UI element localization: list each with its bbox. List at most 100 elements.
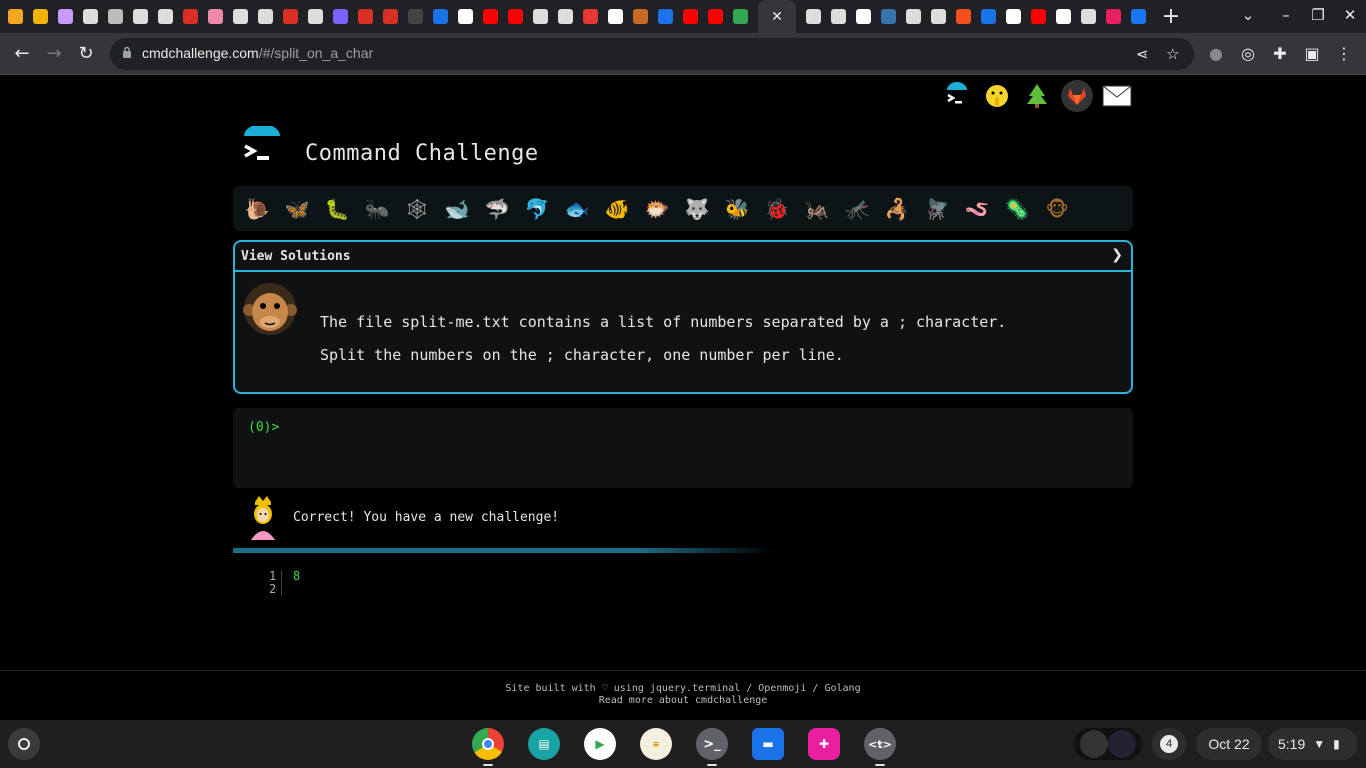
tab-icon[interactable] bbox=[1056, 9, 1071, 24]
maximize-button[interactable]: ❐ bbox=[1308, 6, 1328, 24]
fish-icon[interactable]: 🐟 bbox=[561, 193, 593, 225]
worm-icon[interactable]: 🪱 bbox=[961, 193, 993, 225]
tab-icon[interactable] bbox=[931, 9, 946, 24]
shushing-face-icon[interactable] bbox=[981, 80, 1013, 112]
tab-icon[interactable] bbox=[158, 9, 173, 24]
tab-icon[interactable] bbox=[558, 9, 573, 24]
text-app-icon[interactable]: <t> bbox=[864, 728, 896, 766]
tab-icon[interactable] bbox=[733, 9, 748, 24]
tab-icon[interactable] bbox=[583, 9, 598, 24]
tab-icon[interactable] bbox=[1106, 9, 1121, 24]
minimize-button[interactable]: – bbox=[1276, 6, 1296, 24]
tab-icon[interactable] bbox=[981, 9, 996, 24]
gmail-icon[interactable] bbox=[283, 9, 298, 24]
close-window-button[interactable]: ✕ bbox=[1340, 6, 1360, 24]
wolf-icon[interactable]: 🐺 bbox=[681, 193, 713, 225]
shield-icon[interactable] bbox=[58, 9, 73, 24]
ladybug-icon[interactable]: 🐞 bbox=[761, 193, 793, 225]
side-panel-icon[interactable]: ▣ bbox=[1302, 44, 1322, 63]
x-icon[interactable] bbox=[1006, 9, 1021, 24]
bee-icon[interactable]: 🐝 bbox=[721, 193, 753, 225]
extensions-puzzle-icon[interactable]: ✚ bbox=[1270, 44, 1290, 63]
phone-hub-thumbnail[interactable] bbox=[1074, 728, 1142, 760]
date-tray[interactable]: Oct 22 bbox=[1196, 728, 1262, 760]
launcher-button[interactable] bbox=[8, 728, 40, 760]
mail-icon[interactable] bbox=[1101, 80, 1133, 112]
tab-icon[interactable] bbox=[208, 9, 223, 24]
tab-icon[interactable] bbox=[258, 9, 273, 24]
tab-search-chevron-icon[interactable]: ⌄ bbox=[1238, 6, 1258, 24]
gmail-icon[interactable] bbox=[358, 9, 373, 24]
fire-icon[interactable] bbox=[8, 9, 23, 24]
tab-icon[interactable] bbox=[133, 9, 148, 24]
active-tab-close-icon[interactable]: ✕ bbox=[758, 0, 796, 33]
tab-icon[interactable] bbox=[308, 9, 323, 24]
read-more-link[interactable]: Read more about cmdchallenge bbox=[0, 695, 1366, 707]
tab-icon[interactable] bbox=[408, 9, 423, 24]
tab-icon[interactable] bbox=[333, 9, 348, 24]
back-button[interactable]: ← bbox=[10, 43, 34, 64]
microbe-icon[interactable]: 🦠 bbox=[1001, 193, 1033, 225]
youtube-icon[interactable] bbox=[1031, 9, 1046, 24]
python-icon[interactable] bbox=[881, 9, 896, 24]
bluetooth-icon[interactable] bbox=[658, 9, 673, 24]
fly-icon[interactable]: 🪰 bbox=[921, 193, 953, 225]
butterfly-icon[interactable]: 🦋 bbox=[281, 193, 313, 225]
chrome-app-icon[interactable] bbox=[472, 728, 504, 766]
terminal-input[interactable]: (0)> bbox=[233, 408, 1133, 488]
caterpillar-icon[interactable]: 🐛 bbox=[321, 193, 353, 225]
notion-icon[interactable] bbox=[458, 9, 473, 24]
tab-icon[interactable] bbox=[108, 9, 123, 24]
tab-icon[interactable] bbox=[1081, 9, 1096, 24]
news-app-icon[interactable]: ▤ bbox=[528, 728, 560, 760]
reload-button[interactable]: ↻ bbox=[74, 43, 98, 64]
new-tab-button[interactable]: + bbox=[1160, 4, 1182, 29]
tab-icon[interactable] bbox=[233, 9, 248, 24]
terminal-app-icon[interactable]: >_ bbox=[696, 728, 728, 766]
terminal-icon[interactable] bbox=[941, 80, 973, 112]
gmail-icon[interactable] bbox=[383, 9, 398, 24]
chimpanzee-icon[interactable]: 🐵 bbox=[1041, 193, 1073, 225]
tab-icon[interactable] bbox=[83, 9, 98, 24]
share-icon[interactable]: ⋖ bbox=[1136, 45, 1149, 63]
shark-icon[interactable]: 🦈 bbox=[481, 193, 513, 225]
tab-icon[interactable] bbox=[533, 9, 548, 24]
fire-icon[interactable] bbox=[33, 9, 48, 24]
address-bar[interactable]: cmdchallenge.com/#/split_on_a_char ⋖ ☆ bbox=[110, 38, 1194, 70]
play-store-icon[interactable]: ▶ bbox=[584, 728, 616, 760]
blowfish-icon[interactable]: 🐡 bbox=[641, 193, 673, 225]
mosquito-icon[interactable]: 🦟 bbox=[841, 193, 873, 225]
menu-kebab-icon[interactable]: ⋮ bbox=[1334, 44, 1354, 63]
notepad-app-icon[interactable]: ≡ bbox=[640, 728, 672, 760]
whale-icon[interactable]: 🐋 bbox=[441, 193, 473, 225]
gitlab-icon[interactable] bbox=[1061, 80, 1093, 112]
extension-icon[interactable]: ● bbox=[1206, 44, 1226, 63]
spider-web-icon[interactable]: 🕸 bbox=[401, 193, 433, 225]
files-app-icon[interactable]: ▬ bbox=[752, 728, 784, 760]
screenshot-app-icon[interactable]: ✚ bbox=[808, 728, 840, 760]
tropical-fish-icon[interactable]: 🐠 bbox=[601, 193, 633, 225]
cricket-icon[interactable]: 🦗 bbox=[801, 193, 833, 225]
youtube-icon[interactable] bbox=[683, 9, 698, 24]
scorpion-icon[interactable]: 🦂 bbox=[881, 193, 913, 225]
bookmark-star-icon[interactable]: ☆ bbox=[1166, 45, 1179, 63]
snail-icon[interactable]: 🐌 bbox=[241, 193, 273, 225]
fire-icon[interactable] bbox=[956, 9, 971, 24]
forward-button[interactable]: → bbox=[42, 43, 66, 64]
tab-icon[interactable] bbox=[806, 9, 821, 24]
extension-glasses-icon[interactable]: ◎ bbox=[1238, 44, 1258, 63]
gmail-icon[interactable] bbox=[183, 9, 198, 24]
dolphin-icon[interactable]: 🐬 bbox=[521, 193, 553, 225]
url-text[interactable]: cmdchallenge.com/#/split_on_a_char bbox=[142, 45, 373, 61]
tab-favicons[interactable]: ✕ bbox=[0, 0, 1150, 33]
ant-icon[interactable]: 🐜 bbox=[361, 193, 393, 225]
tab-icon[interactable] bbox=[633, 9, 648, 24]
notification-badge[interactable]: 4 bbox=[1152, 728, 1186, 760]
facebook-icon[interactable] bbox=[1131, 9, 1146, 24]
view-solutions-header[interactable]: View Solutions ❯ bbox=[235, 242, 1131, 272]
youtube-icon[interactable] bbox=[708, 9, 723, 24]
status-tray[interactable]: 5:19 ▼ ▮ bbox=[1268, 728, 1358, 760]
youtube-icon[interactable] bbox=[508, 9, 523, 24]
wikipedia-icon[interactable] bbox=[608, 9, 623, 24]
youtube-icon[interactable] bbox=[483, 9, 498, 24]
